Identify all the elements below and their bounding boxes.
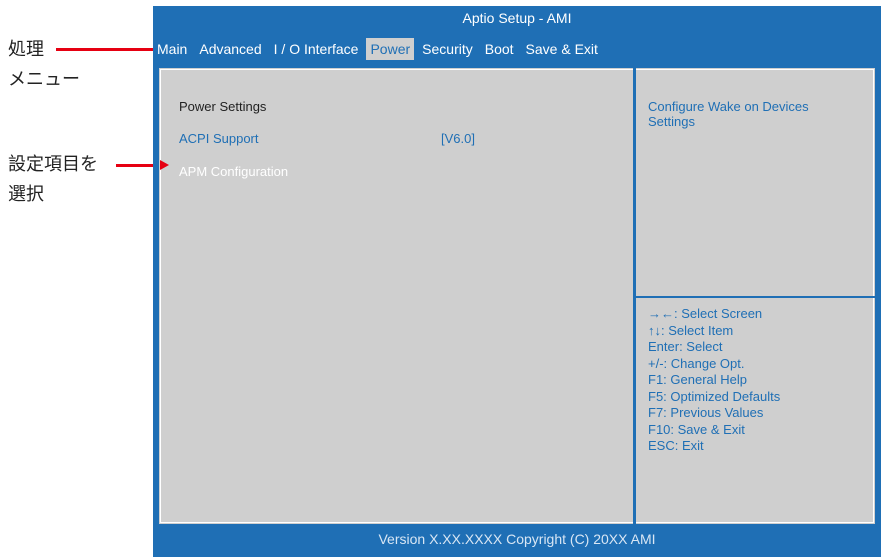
help-enter: Enter: Select	[648, 339, 723, 354]
menu-annotation-label-2: メニュー	[8, 69, 80, 90]
help-f7: F7: Previous Values	[648, 405, 764, 420]
item-description: Configure Wake on Devices Settings	[648, 99, 809, 129]
settings-pane: Power Settings ACPI Support [V6.0] APM C…	[159, 68, 633, 524]
menu-boot[interactable]: Boot	[481, 38, 518, 60]
select-annotation-label-1: 設定項目を	[8, 154, 98, 175]
menu-advanced[interactable]: Advanced	[195, 38, 265, 60]
key-help-list: →←: Select Screen ↑↓: Select Item Enter:…	[648, 306, 780, 455]
menu-security[interactable]: Security	[418, 38, 477, 60]
select-arrow-icon	[160, 160, 169, 170]
apm-configuration-item[interactable]: APM Configuration	[179, 164, 288, 179]
menu-save-exit[interactable]: Save & Exit	[522, 38, 602, 60]
section-title: Power Settings	[179, 99, 267, 114]
menu-io-interface[interactable]: I / O Interface	[270, 38, 363, 60]
menu-main[interactable]: Main	[153, 38, 191, 60]
help-select-screen: →←: Select Screen	[648, 306, 763, 321]
menu-bar: Main Advanced I / O Interface Power Secu…	[153, 38, 606, 60]
acpi-support-value[interactable]: [V6.0]	[441, 131, 475, 146]
help-f10: F10: Save & Exit	[648, 421, 745, 437]
help-change-opt: +/-: Change Opt.	[648, 355, 745, 371]
select-annotation-label-2: 選択	[8, 184, 44, 205]
menu-annotation-label-1: 処理	[8, 39, 44, 60]
help-f1: F1: General Help	[648, 372, 747, 387]
help-divider	[636, 296, 875, 298]
acpi-support-label[interactable]: ACPI Support	[179, 131, 259, 146]
help-f5: F5: Optimized Defaults	[648, 388, 781, 404]
bios-screen: Aptio Setup - AMI Main Advanced I / O In…	[153, 6, 881, 557]
help-esc: ESC: Exit	[648, 438, 704, 453]
menu-power[interactable]: Power	[366, 38, 415, 60]
content-panel: Power Settings ACPI Support [V6.0] APM C…	[157, 66, 877, 526]
bios-title: Aptio Setup - AMI	[462, 10, 572, 26]
bios-footer: Version X.XX.XXXX Copyright (C) 20XX AMI	[378, 531, 656, 547]
help-select-item: ↑↓: Select Item	[648, 322, 734, 338]
